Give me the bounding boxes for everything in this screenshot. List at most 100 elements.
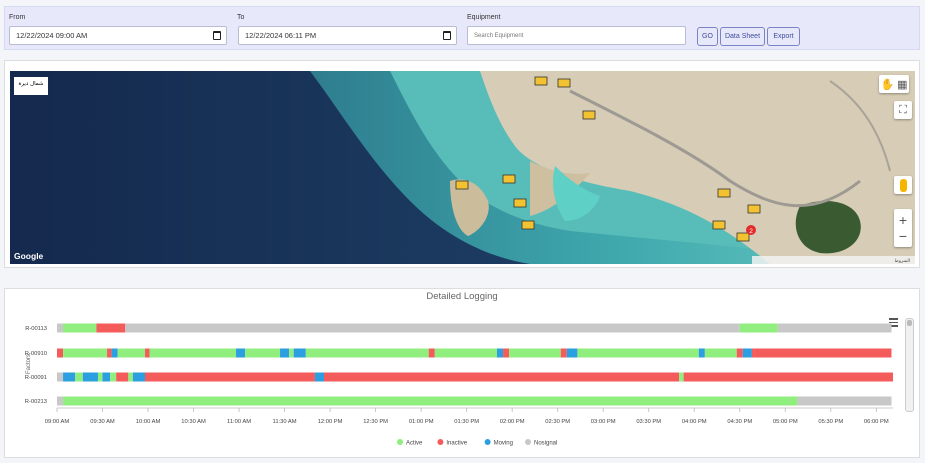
export-button[interactable]: Export [767,27,800,46]
to-datetime-field[interactable]: 12/22/2024 06:11 PM [238,26,457,45]
map-imagery: 2 شمال ديرة الشروط Google [10,71,915,264]
timeline-segment [305,348,429,358]
street-view-button[interactable] [894,176,912,194]
map-corner-label: شمال ديرة [18,81,43,87]
timeline-segment [434,348,497,358]
timeline-segment [560,348,567,358]
timeline-segment [503,348,510,358]
timeline-segment [245,348,281,358]
timeline-segment [107,348,112,358]
timeline-segment [683,372,893,382]
row-label: R-00113 [25,326,47,332]
filter-panel: From 12/22/2024 09:00 AM To 12/22/2024 0… [4,6,920,50]
timeline-segment [293,348,306,358]
satellite-map[interactable]: 2 شمال ديرة الشروط Google ✋ ▦ ⛶ + − [10,71,915,264]
legend-label: Moving [494,441,513,447]
x-tick-label: 04:30 PM [727,419,752,425]
timeline-segment [97,372,103,382]
x-tick-label: 05:00 PM [773,419,798,425]
timeline-segment [116,372,129,382]
timeline-segment [57,396,64,406]
zoom-out-icon[interactable]: − [899,228,907,244]
legend-label: Active [406,441,423,447]
x-tick-label: 02:30 PM [545,419,570,425]
zoom-control[interactable]: + − [894,209,912,247]
x-tick-label: 09:00 AM [45,419,70,425]
equipment-label: Equipment [467,14,501,21]
x-tick-label: 10:30 AM [181,419,206,425]
timeline-segment [314,372,325,382]
timeline-segment [797,396,892,406]
timeline-segment [111,348,118,358]
timeline-segment [739,323,778,333]
data-sheet-button[interactable]: Data Sheet [720,27,765,46]
layers-icon[interactable]: ▦ [897,78,907,91]
from-label: From [9,14,26,21]
x-tick-label: 01:00 PM [409,419,434,425]
timeline-segment [63,372,76,382]
x-tick-label: 06:00 PM [864,419,889,425]
timeline-segment [280,348,290,358]
pegman-icon [899,178,907,192]
from-datetime-field[interactable]: 12/22/2024 09:00 AM [9,26,227,45]
x-tick-label: 05:30 PM [818,419,843,425]
timeline-segment [577,348,699,358]
legend-marker [525,439,531,445]
timeline-segment [128,372,133,382]
fullscreen-icon: ⛶ [899,103,907,116]
timeline-segment [57,323,64,333]
equipment-search-input[interactable]: Search Equipment [467,26,686,45]
x-tick-label: 11:30 AM [273,419,297,425]
detailed-logging-card: Detailed Logging Factors 09:00 AM 09:30 AM… [4,288,920,458]
timeline-segment [96,323,126,333]
from-value: 12/22/2024 09:00 AM [16,31,88,40]
x-tick-label: 03:00 PM [591,419,616,425]
timeline-segment [117,348,145,358]
timeline-segment [428,348,435,358]
timeline-segment [698,348,705,358]
timeline-segment [509,348,561,358]
calendar-icon[interactable] [443,31,451,40]
x-tick-label: 10:00 AM [136,419,161,425]
row-label: R-00091 [25,375,47,381]
timeline-segment [57,372,64,382]
timeline-segment [82,372,98,382]
map-terms-text: الشروط [895,259,910,264]
timeline-segment [102,372,111,382]
legend-label: Nosignal [534,441,557,447]
timeline-segment [736,348,743,358]
timeline-segment [751,348,755,358]
timeline-segment [324,372,680,382]
legend-marker [484,439,491,445]
x-tick-label: 12:00 PM [318,419,343,425]
timeline-segment [679,372,684,382]
x-tick-label: 03:30 PM [636,419,661,425]
map-tools-control[interactable]: ✋ ▦ [879,75,909,93]
x-tick-label: 12:30 PM [363,419,388,425]
timeline-segment [777,323,892,333]
timeline-segment [149,348,237,358]
timeline-segment [236,348,246,358]
timeline-segment [497,348,504,358]
x-tick-label: 11:00 AM [227,419,251,425]
timeline-segment [145,348,150,358]
legend-label: Inactive [446,441,467,447]
x-tick-label: 01:30 PM [454,419,479,425]
legend-marker [397,439,403,445]
hand-icon[interactable]: ✋ [880,78,894,91]
zoom-in-icon[interactable]: + [899,212,907,228]
timeline-segment [754,348,892,358]
to-label: To [237,14,245,21]
timeline-segment [125,323,740,333]
fullscreen-button[interactable]: ⛶ [894,101,912,119]
x-tick-label: 09:30 AM [90,419,115,425]
calendar-icon[interactable] [213,31,221,40]
timeline-segment [289,348,294,358]
timeline-segment [704,348,737,358]
go-button[interactable]: GO [697,27,718,46]
cluster-count: 2 [749,228,753,235]
x-tick-label: 02:00 PM [500,419,525,425]
timeline-chart: Factors09:00 AM 09:30 AM 10:00 AM 10:30 AM 1… [25,323,893,447]
legend-marker [437,439,444,445]
timeline-segment [63,396,798,406]
